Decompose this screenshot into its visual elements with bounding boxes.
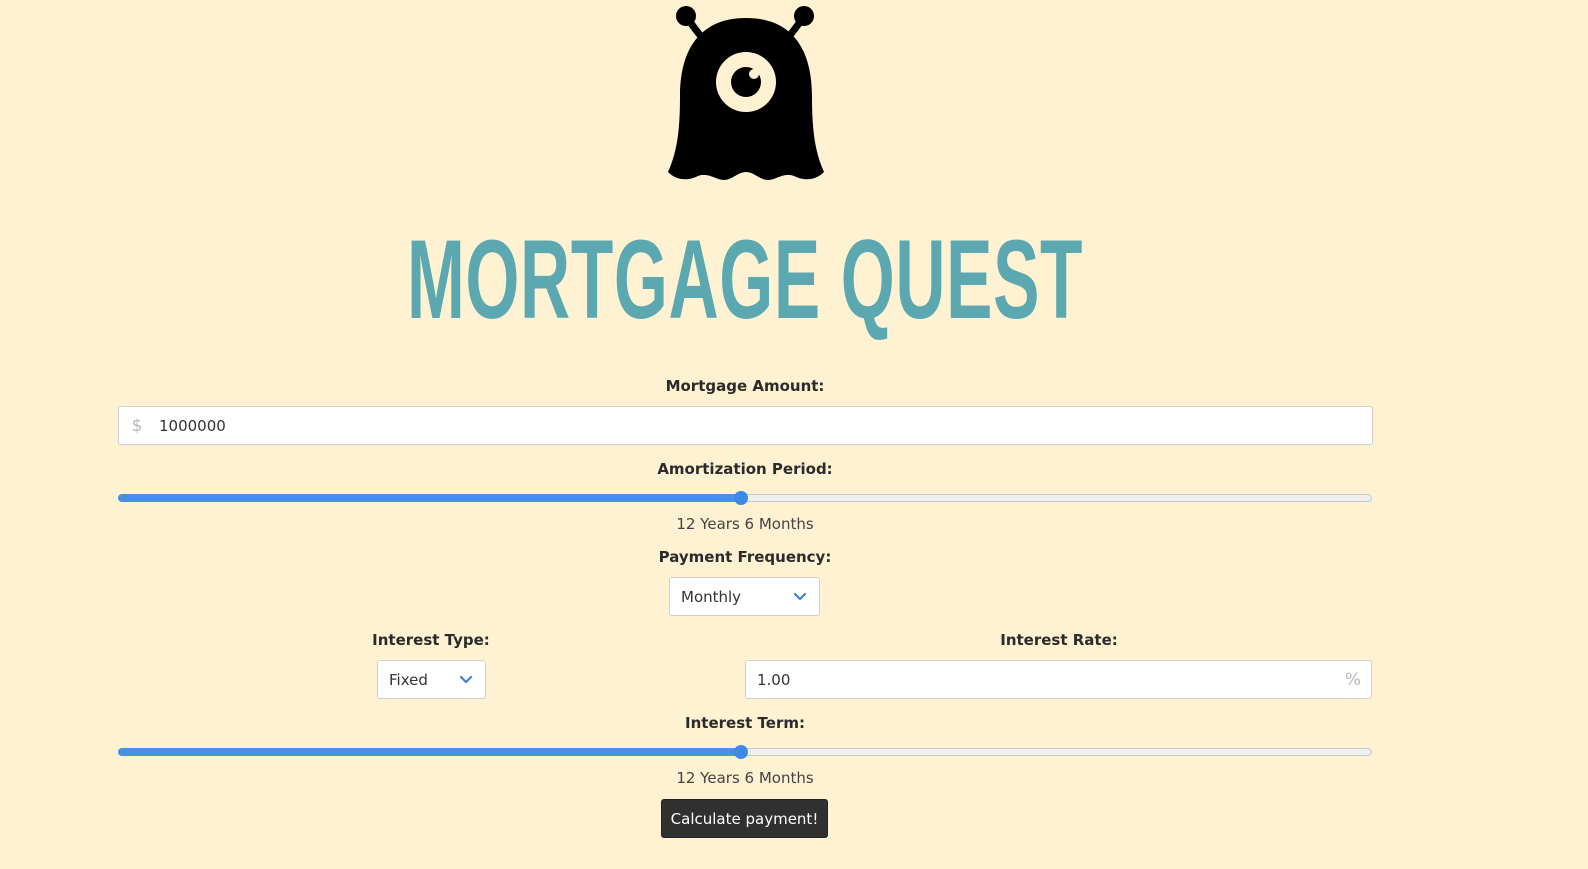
- percent-icon: %: [1344, 669, 1362, 690]
- dollar-sign-icon: $: [131, 415, 143, 436]
- chevron-down-icon: [793, 592, 807, 600]
- payment-frequency-select[interactable]: Monthly: [669, 577, 820, 616]
- slider-fill: [118, 748, 742, 756]
- interest-rate-label: Interest Rate:: [1000, 631, 1118, 649]
- interest-rate-input[interactable]: [757, 661, 1327, 698]
- calculate-payment-button[interactable]: Calculate payment!: [661, 799, 828, 838]
- mortgage-amount-input[interactable]: [159, 407, 1359, 444]
- interest-term-value: 12 Years 6 Months: [676, 769, 814, 787]
- mortgage-amount-field[interactable]: $: [118, 406, 1373, 445]
- mortgage-amount-label: Mortgage Amount:: [665, 377, 825, 395]
- amortization-period-slider[interactable]: [118, 488, 1372, 508]
- slider-thumb[interactable]: [734, 491, 749, 505]
- slider-thumb[interactable]: [734, 745, 749, 759]
- chevron-down-icon: [459, 675, 473, 683]
- interest-type-label: Interest Type:: [372, 631, 490, 649]
- payment-frequency-label: Payment Frequency:: [658, 548, 832, 566]
- interest-term-label: Interest Term:: [685, 714, 805, 732]
- payment-frequency-selected: Monthly: [681, 587, 742, 606]
- amortization-period-value: 12 Years 6 Months: [676, 515, 814, 533]
- slider-fill: [118, 494, 742, 502]
- interest-term-slider[interactable]: [118, 742, 1372, 762]
- interest-type-selected: Fixed: [389, 670, 428, 689]
- amortization-period-label: Amortization Period:: [657, 460, 833, 478]
- monster-logo-icon: [668, 6, 824, 180]
- interest-type-select[interactable]: Fixed: [377, 660, 486, 699]
- page-title: MORTGAGE QUEST: [406, 217, 1084, 342]
- interest-rate-field[interactable]: %: [745, 660, 1372, 699]
